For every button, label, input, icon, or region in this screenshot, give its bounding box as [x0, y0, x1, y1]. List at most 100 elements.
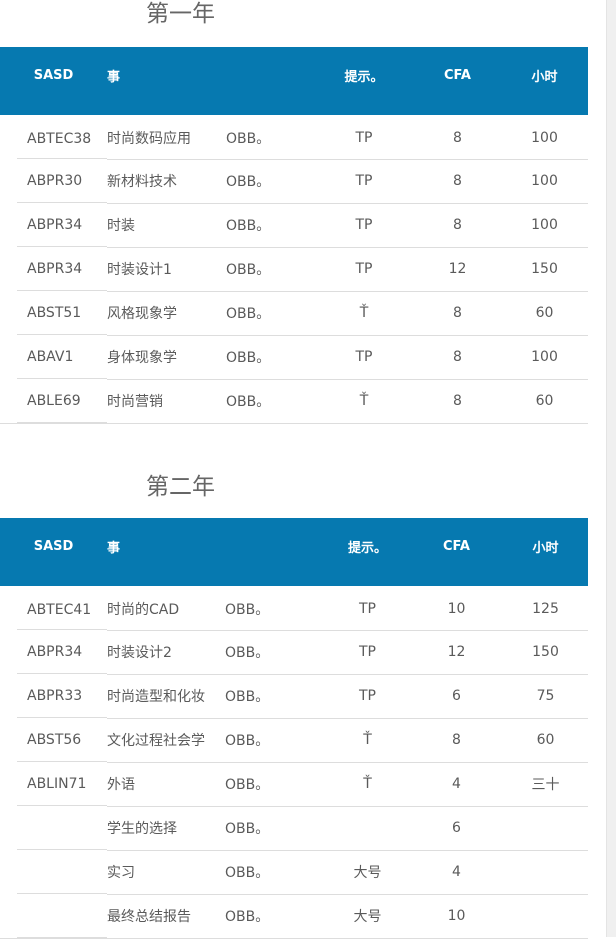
- cell-obligation: OBB。: [226, 247, 314, 292]
- cell-subject: 时尚营销: [107, 379, 226, 424]
- cell-code: ABTEC41: [0, 586, 107, 630]
- cell-obligation: OBB。: [225, 806, 325, 851]
- cell-cfa: 8: [414, 379, 501, 424]
- cell-hours: 100: [501, 159, 588, 204]
- table-row: ABLE69 时尚营销 OBB。 Ť 8 60: [0, 379, 588, 424]
- table-row: ABTEC41 时尚的CAD OBB。 TP 10 125: [0, 586, 588, 631]
- cell-hours: [503, 806, 588, 851]
- cell-subject: 时装: [107, 203, 226, 248]
- cell-obligation: OBB。: [225, 586, 325, 631]
- header-sasd: SASD: [33, 67, 74, 83]
- cell-type: 大号: [325, 850, 410, 895]
- cell-subject: 时尚的CAD: [107, 586, 225, 631]
- cell-subject: 实习: [107, 850, 225, 895]
- cell-code: ABPR30: [0, 159, 107, 203]
- cell-type: Ť: [325, 718, 410, 763]
- table-row: ABPR33 时尚造型和化妆 OBB。 TP 6 75: [0, 674, 588, 719]
- header-type: 提示。: [344, 69, 384, 85]
- cell-code: ABTEC38: [0, 115, 107, 159]
- scrollbar-track[interactable]: [606, 0, 616, 937]
- table-row: ABTEC38 时尚数码应用 OBB。 TP 8 100: [0, 115, 588, 160]
- cell-obligation: OBB。: [225, 630, 325, 675]
- cell-type: TP: [314, 335, 414, 380]
- cell-type: 大号: [325, 894, 410, 939]
- table-row: ABAV1 身体现象学 OBB。 TP 8 100: [0, 335, 588, 380]
- cell-subject: 风格现象学: [107, 291, 226, 336]
- cell-subject: 学生的选择: [107, 806, 225, 851]
- header-blank: [225, 518, 325, 586]
- table-row: ABPR34 时装设计2 OBB。 TP 12 150: [0, 630, 588, 675]
- cell-subject: 身体现象学: [107, 335, 226, 380]
- table-row: 最终总结报告 OBB。 大号 10: [0, 894, 588, 939]
- header-subject: 事: [107, 540, 121, 556]
- table-row: ABPR34 时装 OBB。 TP 8 100: [0, 203, 588, 248]
- table-row: 学生的选择 OBB。 6: [0, 806, 588, 851]
- header-cfa: CFA: [444, 67, 471, 83]
- cell-obligation: OBB。: [226, 379, 314, 424]
- cell-cfa: 4: [410, 850, 503, 895]
- table-row: ABST56 文化过程社会学 OBB。 Ť 8 60: [0, 718, 588, 763]
- cell-cfa: 12: [410, 630, 503, 675]
- header-sasd: SASD: [33, 538, 74, 554]
- cell-cfa: 8: [414, 203, 501, 248]
- cell-code: ABST51: [0, 291, 107, 335]
- cell-obligation: OBB。: [225, 850, 325, 895]
- cell-subject: 时装设计2: [107, 630, 225, 675]
- year2-title: 第二年: [146, 474, 215, 500]
- cell-cfa: 8: [414, 335, 501, 380]
- cell-code: ABST56: [0, 718, 107, 762]
- cell-code: ABLE69: [0, 379, 107, 424]
- cell-hours: 三十: [503, 762, 588, 807]
- cell-code: ABPR34: [0, 203, 107, 247]
- header-hours: 小时: [531, 69, 558, 85]
- cell-subject: 时尚数码应用: [107, 115, 226, 160]
- cell-obligation: OBB。: [225, 718, 325, 763]
- header-subject: 事: [107, 69, 121, 85]
- cell-cfa: 8: [410, 718, 503, 763]
- cell-subject: 时尚造型和化妆: [107, 674, 225, 719]
- cell-subject: 文化过程社会学: [107, 718, 225, 763]
- cell-type: TP: [325, 674, 410, 719]
- table-header-row: SASD 事 提示。 CFA 小时: [0, 47, 588, 115]
- cell-type: Ť: [325, 762, 410, 807]
- cell-type: TP: [314, 115, 414, 160]
- cell-cfa: 8: [414, 115, 501, 160]
- table-row: ABPR34 时装设计1 OBB。 TP 12 150: [0, 247, 588, 292]
- cell-cfa: 8: [414, 159, 501, 204]
- cell-type: [325, 806, 410, 851]
- cell-subject: 外语: [107, 762, 225, 807]
- cell-hours: 150: [503, 630, 588, 675]
- cell-cfa: 4: [410, 762, 503, 807]
- cell-hours: 60: [503, 718, 588, 763]
- table-row: ABPR30 新材料技术 OBB。 TP 8 100: [0, 159, 588, 204]
- cell-cfa: 12: [414, 247, 501, 292]
- cell-hours: 100: [501, 335, 588, 380]
- cell-hours: [503, 894, 588, 939]
- cell-obligation: OBB。: [225, 674, 325, 719]
- cell-obligation: OBB。: [226, 335, 314, 380]
- cell-code: ABPR33: [0, 674, 107, 718]
- cell-code: [0, 806, 107, 850]
- year1-title: 第一年: [146, 1, 215, 27]
- cell-cfa: 8: [414, 291, 501, 336]
- cell-type: Ť: [314, 379, 414, 424]
- table-header-row: SASD 事 提示。 CFA 小时: [0, 518, 588, 586]
- cell-obligation: OBB。: [225, 762, 325, 807]
- cell-cfa: 10: [410, 894, 503, 939]
- cell-code: ABPR34: [0, 630, 107, 674]
- cell-subject: 新材料技术: [107, 159, 226, 204]
- year1-course-table: SASD 事提示。 CFA 小时 ABTEC38 时尚数码应用 OBB。 TP 8 100 ABP…: [0, 47, 588, 424]
- cell-type: TP: [314, 159, 414, 204]
- cell-type: TP: [314, 203, 414, 248]
- table-row: ABLIN71 外语 OBB。 Ť 4 三十: [0, 762, 588, 807]
- cell-code: ABPR34: [0, 247, 107, 291]
- header-type: 提示。: [347, 540, 387, 556]
- cell-code: [0, 894, 107, 939]
- cell-cfa: 10: [410, 586, 503, 631]
- cell-hours: 60: [501, 291, 588, 336]
- cell-code: ABLIN71: [0, 762, 107, 806]
- cell-obligation: OBB。: [226, 203, 314, 248]
- cell-obligation: OBB。: [225, 894, 325, 939]
- cell-cfa: 6: [410, 806, 503, 851]
- cell-cfa: 6: [410, 674, 503, 719]
